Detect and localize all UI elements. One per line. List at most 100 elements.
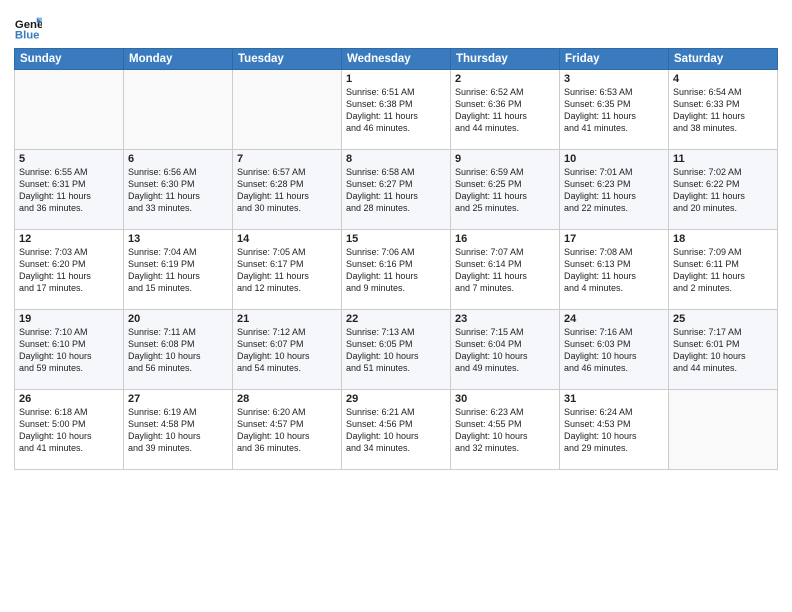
day-info: Sunrise: 6:23 AM Sunset: 4:55 PM Dayligh… [455,406,555,455]
calendar-cell: 8Sunrise: 6:58 AM Sunset: 6:27 PM Daylig… [342,150,451,230]
day-number: 26 [19,393,119,405]
calendar-week-3: 19Sunrise: 7:10 AM Sunset: 6:10 PM Dayli… [15,310,778,390]
calendar-cell: 20Sunrise: 7:11 AM Sunset: 6:08 PM Dayli… [124,310,233,390]
day-number: 3 [564,73,664,85]
day-info: Sunrise: 7:15 AM Sunset: 6:04 PM Dayligh… [455,326,555,375]
calendar-cell: 15Sunrise: 7:06 AM Sunset: 6:16 PM Dayli… [342,230,451,310]
calendar-cell: 23Sunrise: 7:15 AM Sunset: 6:04 PM Dayli… [451,310,560,390]
day-info: Sunrise: 6:53 AM Sunset: 6:35 PM Dayligh… [564,86,664,135]
calendar-week-4: 26Sunrise: 6:18 AM Sunset: 5:00 PM Dayli… [15,390,778,470]
day-number: 9 [455,153,555,165]
day-number: 20 [128,313,228,325]
calendar-cell: 13Sunrise: 7:04 AM Sunset: 6:19 PM Dayli… [124,230,233,310]
calendar-header-row: SundayMondayTuesdayWednesdayThursdayFrid… [15,49,778,70]
calendar-cell: 24Sunrise: 7:16 AM Sunset: 6:03 PM Dayli… [560,310,669,390]
day-info: Sunrise: 7:06 AM Sunset: 6:16 PM Dayligh… [346,246,446,295]
calendar-cell: 17Sunrise: 7:08 AM Sunset: 6:13 PM Dayli… [560,230,669,310]
calendar-header-thursday: Thursday [451,49,560,70]
calendar-cell: 5Sunrise: 6:55 AM Sunset: 6:31 PM Daylig… [15,150,124,230]
day-number: 31 [564,393,664,405]
calendar-week-0: 1Sunrise: 6:51 AM Sunset: 6:38 PM Daylig… [15,70,778,150]
day-info: Sunrise: 6:56 AM Sunset: 6:30 PM Dayligh… [128,166,228,215]
day-info: Sunrise: 7:02 AM Sunset: 6:22 PM Dayligh… [673,166,773,215]
day-info: Sunrise: 6:52 AM Sunset: 6:36 PM Dayligh… [455,86,555,135]
day-info: Sunrise: 6:55 AM Sunset: 6:31 PM Dayligh… [19,166,119,215]
page-container: General Blue SundayMondayTuesdayWednesda… [0,0,792,478]
calendar-cell: 28Sunrise: 6:20 AM Sunset: 4:57 PM Dayli… [233,390,342,470]
day-number: 10 [564,153,664,165]
calendar-cell: 3Sunrise: 6:53 AM Sunset: 6:35 PM Daylig… [560,70,669,150]
day-number: 22 [346,313,446,325]
day-number: 6 [128,153,228,165]
calendar-cell: 1Sunrise: 6:51 AM Sunset: 6:38 PM Daylig… [342,70,451,150]
day-info: Sunrise: 7:05 AM Sunset: 6:17 PM Dayligh… [237,246,337,295]
calendar-table: SundayMondayTuesdayWednesdayThursdayFrid… [14,48,778,470]
calendar-cell [124,70,233,150]
svg-text:Blue: Blue [15,30,40,42]
day-info: Sunrise: 7:16 AM Sunset: 6:03 PM Dayligh… [564,326,664,375]
calendar-cell: 11Sunrise: 7:02 AM Sunset: 6:22 PM Dayli… [669,150,778,230]
day-info: Sunrise: 7:08 AM Sunset: 6:13 PM Dayligh… [564,246,664,295]
calendar-header-sunday: Sunday [15,49,124,70]
day-number: 4 [673,73,773,85]
day-info: Sunrise: 7:03 AM Sunset: 6:20 PM Dayligh… [19,246,119,295]
day-number: 8 [346,153,446,165]
day-number: 15 [346,233,446,245]
calendar-cell: 25Sunrise: 7:17 AM Sunset: 6:01 PM Dayli… [669,310,778,390]
day-info: Sunrise: 6:19 AM Sunset: 4:58 PM Dayligh… [128,406,228,455]
day-info: Sunrise: 7:01 AM Sunset: 6:23 PM Dayligh… [564,166,664,215]
day-number: 21 [237,313,337,325]
calendar-cell: 6Sunrise: 6:56 AM Sunset: 6:30 PM Daylig… [124,150,233,230]
calendar-cell [669,390,778,470]
calendar-week-1: 5Sunrise: 6:55 AM Sunset: 6:31 PM Daylig… [15,150,778,230]
calendar-cell: 18Sunrise: 7:09 AM Sunset: 6:11 PM Dayli… [669,230,778,310]
day-number: 27 [128,393,228,405]
day-info: Sunrise: 7:10 AM Sunset: 6:10 PM Dayligh… [19,326,119,375]
calendar-cell: 31Sunrise: 6:24 AM Sunset: 4:53 PM Dayli… [560,390,669,470]
calendar-header-tuesday: Tuesday [233,49,342,70]
header: General Blue [14,10,778,42]
day-info: Sunrise: 6:57 AM Sunset: 6:28 PM Dayligh… [237,166,337,215]
day-number: 16 [455,233,555,245]
day-number: 13 [128,233,228,245]
day-info: Sunrise: 7:09 AM Sunset: 6:11 PM Dayligh… [673,246,773,295]
calendar-cell: 30Sunrise: 6:23 AM Sunset: 4:55 PM Dayli… [451,390,560,470]
day-info: Sunrise: 7:12 AM Sunset: 6:07 PM Dayligh… [237,326,337,375]
logo: General Blue [14,14,46,42]
calendar-cell: 4Sunrise: 6:54 AM Sunset: 6:33 PM Daylig… [669,70,778,150]
calendar-cell: 9Sunrise: 6:59 AM Sunset: 6:25 PM Daylig… [451,150,560,230]
calendar-cell: 27Sunrise: 6:19 AM Sunset: 4:58 PM Dayli… [124,390,233,470]
calendar-cell: 10Sunrise: 7:01 AM Sunset: 6:23 PM Dayli… [560,150,669,230]
day-number: 28 [237,393,337,405]
day-info: Sunrise: 6:21 AM Sunset: 4:56 PM Dayligh… [346,406,446,455]
calendar-cell: 14Sunrise: 7:05 AM Sunset: 6:17 PM Dayli… [233,230,342,310]
day-info: Sunrise: 6:18 AM Sunset: 5:00 PM Dayligh… [19,406,119,455]
day-number: 5 [19,153,119,165]
day-info: Sunrise: 6:24 AM Sunset: 4:53 PM Dayligh… [564,406,664,455]
day-number: 19 [19,313,119,325]
day-info: Sunrise: 6:20 AM Sunset: 4:57 PM Dayligh… [237,406,337,455]
day-number: 29 [346,393,446,405]
day-number: 25 [673,313,773,325]
calendar-cell: 21Sunrise: 7:12 AM Sunset: 6:07 PM Dayli… [233,310,342,390]
day-number: 23 [455,313,555,325]
day-info: Sunrise: 6:54 AM Sunset: 6:33 PM Dayligh… [673,86,773,135]
day-info: Sunrise: 6:58 AM Sunset: 6:27 PM Dayligh… [346,166,446,215]
day-number: 30 [455,393,555,405]
calendar-header-friday: Friday [560,49,669,70]
day-info: Sunrise: 7:11 AM Sunset: 6:08 PM Dayligh… [128,326,228,375]
calendar-cell: 29Sunrise: 6:21 AM Sunset: 4:56 PM Dayli… [342,390,451,470]
logo-icon: General Blue [14,14,42,42]
day-number: 7 [237,153,337,165]
calendar-cell: 12Sunrise: 7:03 AM Sunset: 6:20 PM Dayli… [15,230,124,310]
day-info: Sunrise: 6:51 AM Sunset: 6:38 PM Dayligh… [346,86,446,135]
day-number: 24 [564,313,664,325]
calendar-cell: 19Sunrise: 7:10 AM Sunset: 6:10 PM Dayli… [15,310,124,390]
day-number: 11 [673,153,773,165]
calendar-week-2: 12Sunrise: 7:03 AM Sunset: 6:20 PM Dayli… [15,230,778,310]
calendar-cell: 26Sunrise: 6:18 AM Sunset: 5:00 PM Dayli… [15,390,124,470]
calendar-header-wednesday: Wednesday [342,49,451,70]
day-number: 18 [673,233,773,245]
calendar-cell [15,70,124,150]
day-info: Sunrise: 7:07 AM Sunset: 6:14 PM Dayligh… [455,246,555,295]
